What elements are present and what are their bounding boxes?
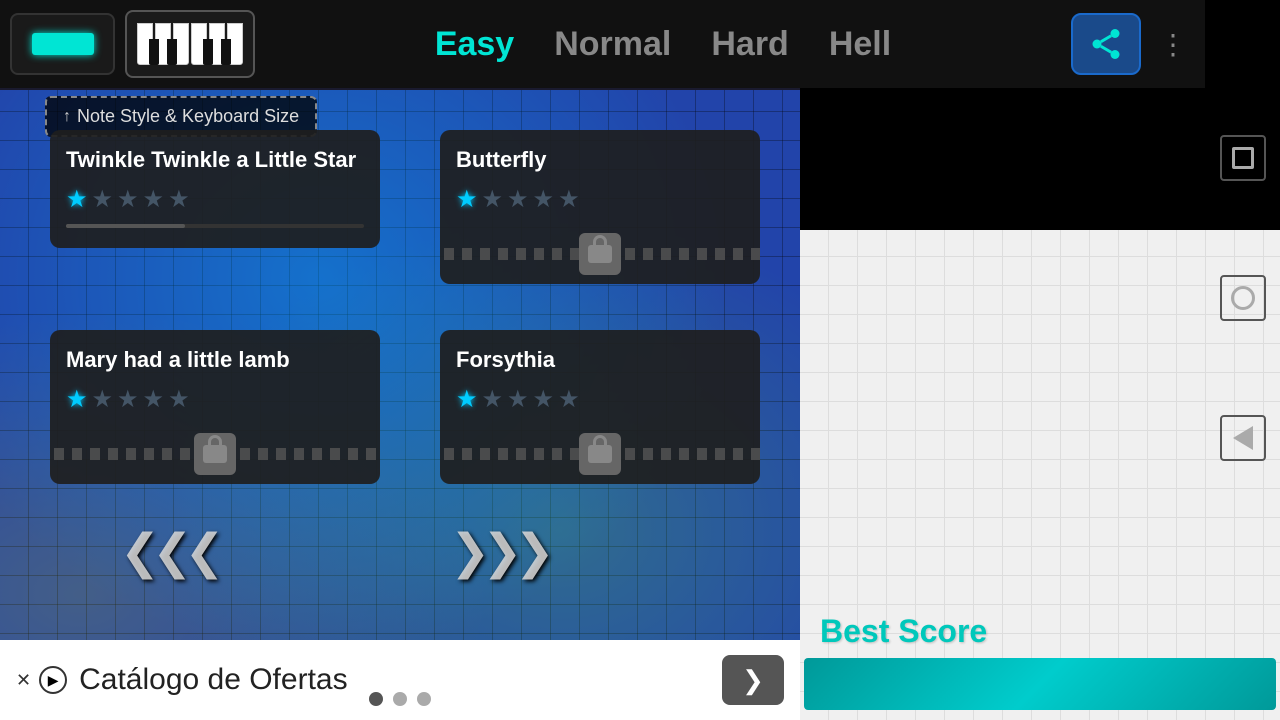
green-bar-indicator [32, 33, 94, 55]
song-title-mary: Mary had a little lamb [66, 346, 364, 375]
star-4: ★ [533, 385, 555, 414]
lock-icon-forsythia [579, 433, 621, 475]
prev-page-btn[interactable]: ❮❮❮ [120, 524, 217, 580]
back-icon [1233, 426, 1253, 450]
ad-forward-btn[interactable]: ❯ [722, 655, 784, 705]
star-5: ★ [168, 385, 190, 414]
mode-toggle-btn[interactable] [10, 13, 115, 75]
ad-close-icon[interactable]: ▶ [39, 666, 67, 694]
star-1: ★ [66, 185, 88, 214]
star-5: ★ [558, 185, 580, 214]
song-card-butterfly[interactable]: Butterfly ★ ★ ★ ★ ★ [440, 130, 760, 284]
ad-close-text: ▶ [48, 672, 59, 689]
ad-banner: ✕ ▶ Catálogo de Ofertas ❯ [0, 640, 800, 720]
tab-normal[interactable]: Normal [554, 25, 671, 64]
chain-left [440, 248, 579, 260]
game-area: ↑ Note Style & Keyboard Size Twinkle Twi… [0, 0, 800, 720]
android-circle-btn[interactable] [1220, 275, 1266, 321]
arrow-up-icon: ↑ [63, 108, 71, 126]
lock-icon-butterfly [579, 233, 621, 275]
ad-forward-icon: ❯ [742, 665, 764, 696]
tab-hell[interactable]: Hell [829, 25, 891, 64]
square-icon [1232, 147, 1254, 169]
chain-forsythia [440, 433, 760, 475]
chain-right [621, 448, 760, 460]
note-style-text: Note Style & Keyboard Size [77, 106, 299, 127]
stars-forsythia: ★ ★ ★ ★ ★ [456, 385, 744, 414]
chain-right [621, 248, 760, 260]
lock-overlay-butterfly [440, 224, 760, 284]
progress-bg-twinkle [66, 224, 364, 228]
star-1: ★ [456, 185, 478, 214]
piano-icon [137, 23, 243, 65]
tab-hard[interactable]: Hard [711, 25, 788, 64]
song-title-forsythia: Forsythia [456, 346, 744, 375]
lock-overlay-forsythia [440, 424, 760, 484]
star-3: ★ [117, 185, 139, 214]
right-arrow-icon: ❯❯❯ [450, 524, 547, 580]
ad-dots [369, 692, 431, 706]
left-arrow-icon: ❮❮❮ [120, 524, 217, 580]
star-5: ★ [558, 385, 580, 414]
circle-icon [1231, 286, 1255, 310]
lock-overlay-mary [50, 424, 380, 484]
star-3: ★ [117, 385, 139, 414]
ad-dot-3 [417, 692, 431, 706]
more-options-btn[interactable]: ⋮ [1151, 28, 1195, 61]
chain-left [50, 448, 194, 460]
star-1: ★ [456, 385, 478, 414]
song-card-forsythia[interactable]: Forsythia ★ ★ ★ ★ ★ [440, 330, 760, 484]
star-1: ★ [66, 385, 88, 414]
star-3: ★ [507, 185, 529, 214]
tab-easy[interactable]: Easy [435, 25, 514, 64]
lock-icon-mary [194, 433, 236, 475]
chain-butterfly [440, 233, 760, 275]
best-score-label: Best Score [800, 603, 1280, 658]
ad-x-btn[interactable]: ✕ [16, 670, 31, 691]
difficulty-tabs: Easy Normal Hard Hell [265, 25, 1061, 64]
stars-butterfly: ★ ★ ★ ★ ★ [456, 185, 744, 214]
chain-left [440, 448, 579, 460]
song-title-twinkle: Twinkle Twinkle a Little Star [66, 146, 364, 175]
star-3: ★ [507, 385, 529, 414]
song-title-butterfly: Butterfly [456, 146, 744, 175]
song-card-mary[interactable]: Mary had a little lamb ★ ★ ★ ★ ★ [50, 330, 380, 484]
stars-mary: ★ ★ ★ ★ ★ [66, 385, 364, 414]
star-4: ★ [143, 385, 165, 414]
android-back-btn[interactable] [1220, 415, 1266, 461]
progress-fill-twinkle [66, 224, 185, 228]
star-2: ★ [92, 385, 114, 414]
top-navigation: Easy Normal Hard Hell ⋮ [0, 0, 1205, 88]
star-2: ★ [92, 185, 114, 214]
star-2: ★ [482, 185, 504, 214]
best-score-bar [804, 658, 1276, 710]
stars-twinkle: ★ ★ ★ ★ ★ [66, 185, 364, 214]
share-button[interactable] [1071, 13, 1141, 75]
chain-right [236, 448, 380, 460]
share-icon [1088, 26, 1124, 62]
song-card-twinkle[interactable]: Twinkle Twinkle a Little Star ★ ★ ★ ★ ★ [50, 130, 380, 248]
star-2: ★ [482, 385, 504, 414]
android-square-btn[interactable] [1220, 135, 1266, 181]
chain-mary [50, 433, 380, 475]
star-4: ★ [143, 185, 165, 214]
star-5: ★ [168, 185, 190, 214]
piano-view-btn[interactable] [125, 10, 255, 78]
next-page-btn[interactable]: ❯❯❯ [450, 524, 547, 580]
ad-dot-2 [393, 692, 407, 706]
star-4: ★ [533, 185, 555, 214]
ad-dot-1 [369, 692, 383, 706]
